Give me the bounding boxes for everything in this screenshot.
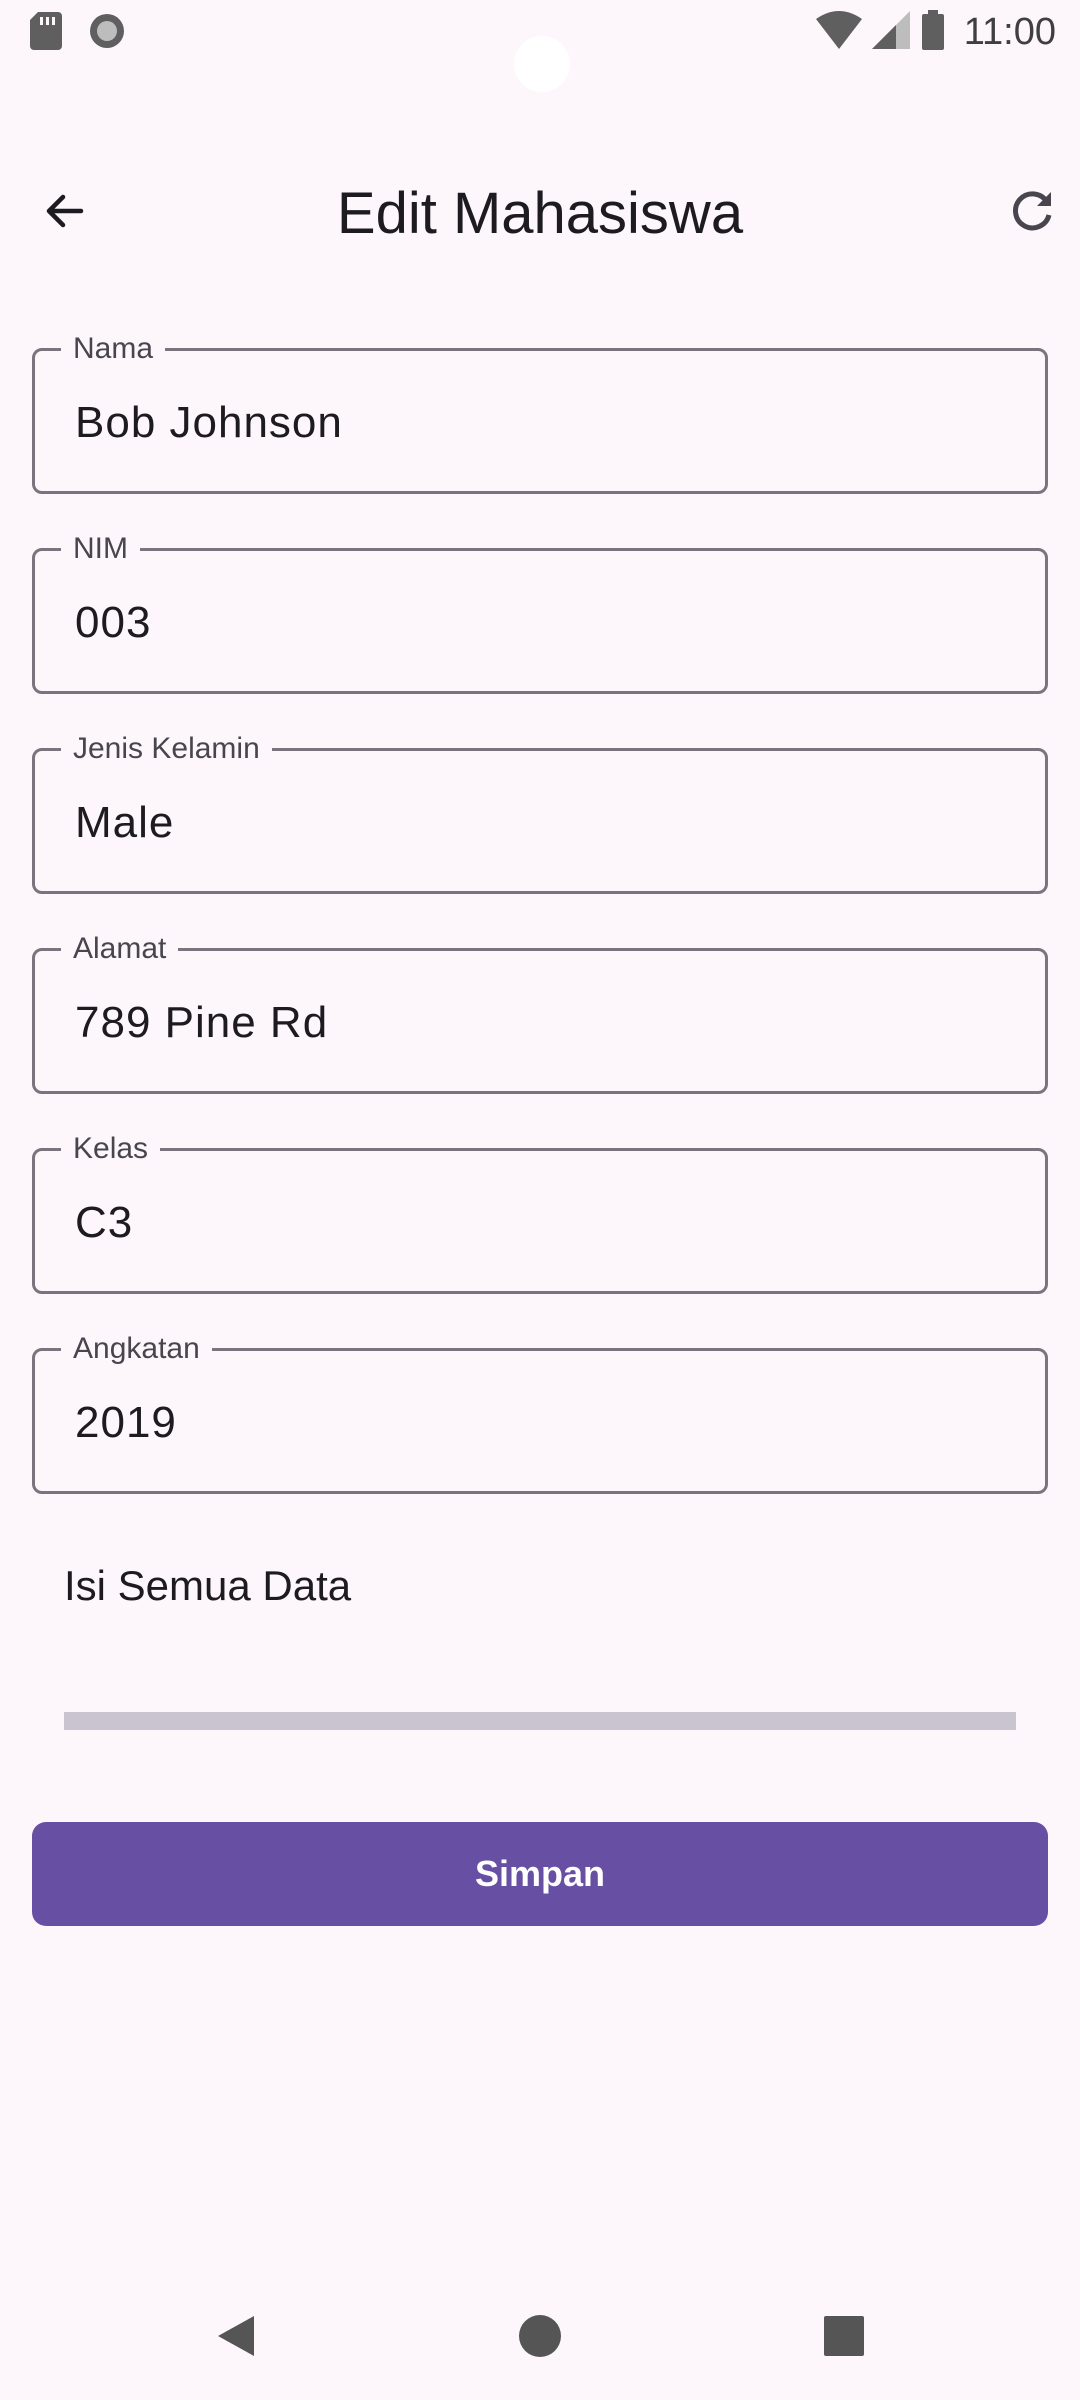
record-icon <box>88 12 126 55</box>
nav-back-icon <box>214 2314 258 2363</box>
jenis-kelamin-label: Jenis Kelamin <box>61 732 272 766</box>
battery-icon <box>920 9 946 55</box>
nama-input[interactable]: Bob Johnson <box>75 397 343 449</box>
jenis-kelamin-field[interactable]: Jenis Kelamin Male <box>32 732 1048 894</box>
status-right-icons: 11:00 <box>815 8 1056 56</box>
nim-input[interactable]: 003 <box>75 597 151 649</box>
wifi-icon <box>815 10 862 54</box>
alamat-input[interactable]: 789 Pine Rd <box>75 997 328 1049</box>
top-app-bar: Edit Mahasiswa <box>0 150 1080 270</box>
nama-field[interactable]: Nama Bob Johnson <box>32 332 1048 494</box>
status-left-icons <box>30 12 126 55</box>
page-title: Edit Mahasiswa <box>336 181 744 246</box>
alamat-field[interactable]: Alamat 789 Pine Rd <box>32 932 1048 1094</box>
kelas-input[interactable]: C3 <box>75 1197 133 1249</box>
helper-text: Isi Semua Data <box>64 1562 352 1609</box>
progress-bar <box>64 1712 1016 1730</box>
kelas-field[interactable]: Kelas C3 <box>32 1132 1048 1294</box>
system-nav-bar <box>0 2276 1080 2400</box>
nav-recents-button[interactable] <box>820 2314 868 2362</box>
save-button-label: Simpan <box>474 1853 606 1894</box>
nim-label: NIM <box>61 532 140 566</box>
sd-card-icon <box>30 12 62 55</box>
jenis-kelamin-input[interactable]: Male <box>75 797 174 849</box>
kelas-label: Kelas <box>61 1132 161 1166</box>
signal-icon <box>871 10 910 54</box>
nim-field[interactable]: NIM 003 <box>32 532 1048 694</box>
nama-label: Nama <box>61 332 166 366</box>
angkatan-input[interactable]: 2019 <box>75 1397 177 1449</box>
alamat-label: Alamat <box>61 932 179 966</box>
nav-back-button[interactable] <box>212 2314 260 2362</box>
nav-home-button[interactable] <box>516 2314 564 2362</box>
status-time: 11:00 <box>963 11 1056 53</box>
nav-recents-icon <box>824 2315 864 2361</box>
camera-cutout <box>514 36 570 92</box>
angkatan-field[interactable]: Angkatan 2019 <box>32 1332 1048 1494</box>
refresh-button[interactable] <box>998 178 1068 248</box>
angkatan-label: Angkatan <box>61 1332 212 1366</box>
save-button[interactable]: Simpan <box>32 1822 1048 1926</box>
refresh-icon <box>1009 187 1057 240</box>
nav-home-icon <box>518 2314 562 2363</box>
